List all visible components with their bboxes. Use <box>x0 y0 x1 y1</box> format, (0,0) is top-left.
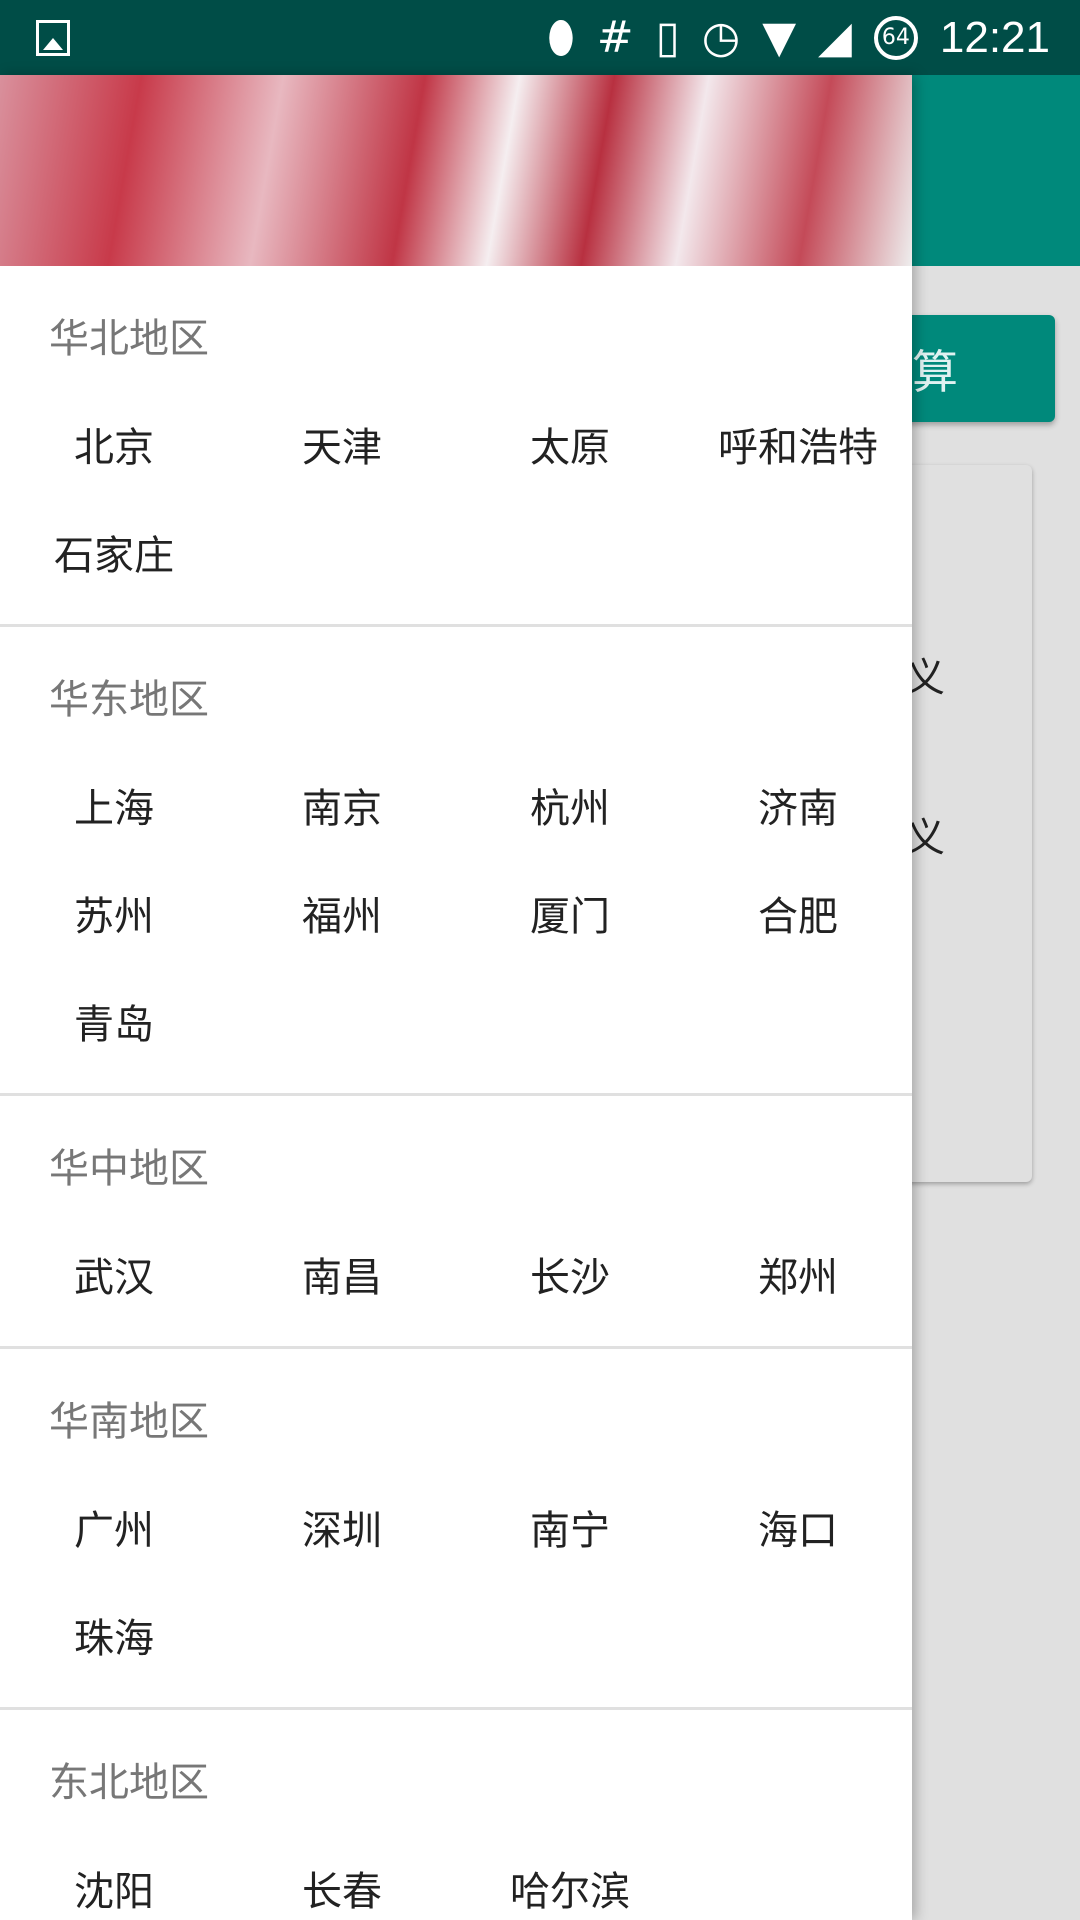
city-item[interactable]: 福州 <box>228 863 456 971</box>
city-item[interactable]: 苏州 <box>0 863 228 971</box>
region-title: 东北地区 <box>49 1760 209 1806</box>
region-section: 东北地区沈阳 长春 哈尔滨 <box>0 1710 912 1920</box>
city-item[interactable]: 合肥 <box>684 863 912 971</box>
region-section: 华东地区上海 南京 杭州 济南苏州 福州 厦门 合肥青岛 <box>0 627 912 1096</box>
city-item[interactable]: 太原 <box>456 394 684 502</box>
city-grid: 广州 深圳 南宁 海口珠海 <box>0 1477 912 1693</box>
location-icon: ⬮ <box>547 12 575 63</box>
hash-icon: # <box>596 12 634 63</box>
drawer-header-image <box>0 75 912 266</box>
city-item[interactable]: 厦门 <box>456 863 684 971</box>
vibrate-icon: ▯ <box>655 12 680 63</box>
city-item[interactable]: 郑州 <box>684 1224 912 1332</box>
region-section: 华南地区广州 深圳 南宁 海口珠海 <box>0 1349 912 1710</box>
image-icon <box>36 20 70 56</box>
city-item[interactable]: 南京 <box>228 755 456 863</box>
signal-icon: ◢ <box>818 12 852 63</box>
city-item[interactable]: 珠海 <box>0 1585 228 1693</box>
region-title: 华中地区 <box>49 1146 209 1192</box>
city-item[interactable]: 广州 <box>0 1477 228 1585</box>
region-section: 华北地区北京 天津 太原 呼和浩特石家庄 <box>0 266 912 627</box>
city-item[interactable]: 海口 <box>684 1477 912 1585</box>
region-section: 华中地区武汉 南昌 长沙 郑州 <box>0 1096 912 1349</box>
wifi-icon: ▼ <box>762 12 797 63</box>
city-item[interactable]: 哈尔滨 <box>456 1838 684 1920</box>
city-grid: 武汉 南昌 长沙 郑州 <box>0 1224 912 1332</box>
alarm-icon: ◷ <box>701 12 741 63</box>
city-grid: 沈阳 长春 哈尔滨 <box>0 1838 912 1920</box>
region-title: 华北地区 <box>49 316 209 362</box>
status-bar: ⬮ # ▯ ◷ ▼ ◢ 64 12:21 <box>0 0 1080 75</box>
city-item[interactable]: 深圳 <box>228 1477 456 1585</box>
city-item[interactable]: 北京 <box>0 394 228 502</box>
battery-icon: 64 <box>873 15 918 60</box>
city-item[interactable]: 长沙 <box>456 1224 684 1332</box>
city-item[interactable]: 石家庄 <box>0 502 228 610</box>
city-item[interactable]: 青岛 <box>0 971 228 1079</box>
navigation-drawer: 华北地区 北京 天津 太原 呼和浩特 石家庄 华东地区 上海 南京 杭州 济南 苏州 福州 厦门 合肥 青岛华… <box>0 75 912 1920</box>
city-item[interactable]: 南宁 <box>456 1477 684 1585</box>
city-item[interactable]: 南昌 <box>228 1224 456 1332</box>
city-grid: 北京 天津 太原 呼和浩特石家庄 <box>0 394 912 610</box>
city-item[interactable]: 上海 <box>0 755 228 863</box>
city-item[interactable]: 长春 <box>228 1838 456 1920</box>
region-title: 华南地区 <box>49 1399 209 1445</box>
city-item[interactable]: 济南 <box>684 755 912 863</box>
calculate-label: 算 <box>912 344 958 399</box>
city-item[interactable]: 天津 <box>228 394 456 502</box>
clock: 12:21 <box>939 12 1050 62</box>
city-grid: 上海 南京 杭州 济南苏州 福州 厦门 合肥青岛 <box>0 755 912 1079</box>
city-item[interactable]: 呼和浩特 <box>684 394 912 502</box>
region-title: 华东地区 <box>49 677 209 723</box>
city-item[interactable]: 武汉 <box>0 1224 228 1332</box>
city-item[interactable]: 杭州 <box>456 755 684 863</box>
city-item[interactable]: 沈阳 <box>0 1838 228 1920</box>
